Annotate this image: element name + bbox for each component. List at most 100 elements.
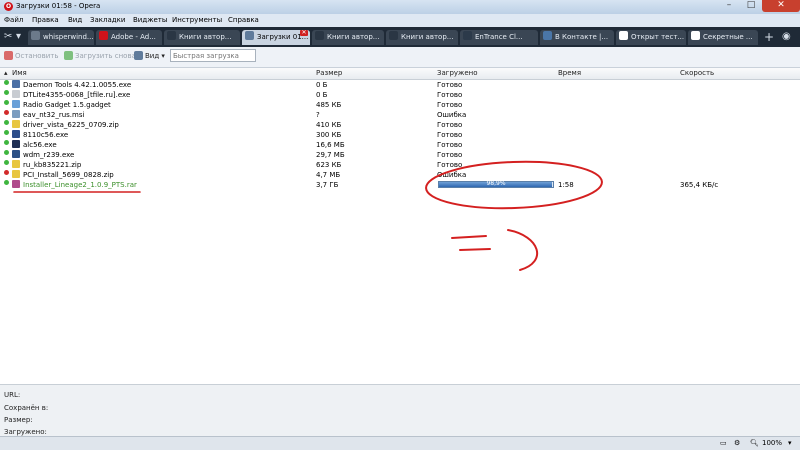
book-icon	[389, 31, 398, 40]
status-bar: ▭ ⚙ 🔍︎ 100% ▾	[0, 436, 800, 450]
table-row[interactable]: PCI_Install_5699_0828.zip 4,7 МБ Ошибка	[0, 170, 800, 180]
zip-file-icon	[12, 160, 20, 168]
tab-downloads[interactable]: Загрузки 01... ✕	[242, 30, 310, 45]
tab-books-2[interactable]: Книги автор...	[312, 30, 384, 45]
table-row-active-download[interactable]: Installer_Lineage2_1.0.9_PTS.rar 3,7 ГБ …	[0, 180, 800, 190]
status-ok-icon	[4, 130, 9, 135]
status-ok-icon	[4, 160, 9, 165]
whisper-icon	[31, 31, 40, 40]
status-ok-icon	[4, 90, 9, 95]
status-ok-icon	[4, 180, 9, 185]
equals-stroke-top	[451, 235, 487, 239]
tab-whisperwind[interactable]: whisperwind...	[28, 30, 94, 45]
exe-file-icon	[12, 90, 20, 98]
stop-button[interactable]: Остановить	[4, 51, 58, 60]
detail-size-label: Размер:	[4, 416, 33, 424]
menu-edit[interactable]: Правка	[32, 16, 59, 24]
tab-vkontakte[interactable]: В Контакте |...	[540, 30, 614, 45]
puzzle-icon	[619, 31, 628, 40]
exe-file-icon	[12, 140, 20, 148]
detail-loaded-label: Загружено:	[4, 428, 47, 436]
status-ok-icon	[4, 120, 9, 125]
menu-view[interactable]: Вид	[68, 16, 82, 24]
entrance-icon	[463, 31, 472, 40]
book-icon	[167, 31, 176, 40]
reload-button[interactable]: Загрузить снова	[64, 51, 136, 60]
menu-tools[interactable]: Инструменты	[172, 16, 222, 24]
tab-adobe[interactable]: Adobe - Ad...	[96, 30, 162, 45]
status-ok-icon	[4, 80, 9, 85]
close-tab-icon[interactable]: ✕	[300, 30, 308, 36]
close-window-button[interactable]: ✕	[762, 0, 800, 12]
minimize-button[interactable]: –	[718, 0, 740, 12]
detail-saved-label: Сохранён в:	[4, 404, 49, 412]
tab-entrance[interactable]: EnTrance Cl...	[460, 30, 538, 45]
table-row[interactable]: Daemon Tools 4.42.1.0055.exe 0 Б Готово	[0, 80, 800, 90]
column-speed[interactable]: Скорость	[680, 69, 714, 77]
equals-stroke-bottom	[459, 248, 491, 251]
status-error-icon	[4, 110, 9, 115]
gadget-file-icon	[12, 100, 20, 108]
book-icon	[315, 31, 324, 40]
table-row[interactable]: driver_vista_6225_0709.zip 410 КБ Готово	[0, 120, 800, 130]
chevron-down-icon[interactable]: ▾	[788, 439, 792, 447]
new-tab-icon[interactable]: +	[764, 31, 774, 43]
tab-menu-icon[interactable]: ◉	[782, 31, 791, 43]
tab-books-3[interactable]: Книги автор...	[386, 30, 458, 45]
settings-icon[interactable]: ⚙	[734, 439, 740, 447]
exe-file-icon	[12, 150, 20, 158]
vk-icon	[543, 31, 552, 40]
zip-file-icon	[12, 120, 20, 128]
menu-bookmarks[interactable]: Закладки	[90, 16, 125, 24]
puzzle-icon	[691, 31, 700, 40]
downloads-toolbar: Остановить Загрузить снова Вид ▾	[0, 47, 800, 68]
downloads-icon	[245, 31, 254, 40]
msi-file-icon	[12, 110, 20, 118]
chevron-down-icon[interactable]: ▾	[16, 31, 21, 43]
column-size[interactable]: Размер	[316, 69, 342, 77]
zoom-icon[interactable]: 🔍︎	[750, 439, 759, 447]
table-row[interactable]: DTLite4355-0068_[tfile.ru].exe 0 Б Готов…	[0, 90, 800, 100]
maximize-button[interactable]: □	[740, 0, 762, 12]
exe-file-icon	[12, 130, 20, 138]
zoom-level[interactable]: 100%	[762, 439, 782, 447]
title-bar: O Загрузки 01:58 - Opera – □ ✕	[0, 0, 800, 14]
opera-logo-icon: O	[4, 2, 13, 11]
quick-download-input[interactable]	[170, 49, 256, 62]
tab-bar: ✂ ▾ whisperwind... Adobe - Ad... Книги а…	[0, 27, 800, 47]
window-title: Загрузки 01:58 - Opera	[16, 2, 101, 10]
table-row[interactable]: eav_nt32_rus.msi ? Ошибка	[0, 110, 800, 120]
reload-icon	[64, 51, 73, 60]
column-loaded[interactable]: Загружено	[437, 69, 478, 77]
table-row[interactable]: ru_kb835221.zip 623 КБ Готово	[0, 160, 800, 170]
menu-widgets[interactable]: Виджеты	[133, 16, 167, 24]
detail-url-label: URL:	[4, 391, 21, 399]
tab-secret[interactable]: Секретные ...	[688, 30, 758, 45]
menu-file[interactable]: Файл	[4, 16, 23, 24]
rar-file-icon	[12, 180, 20, 188]
adobe-icon	[99, 31, 108, 40]
column-name[interactable]: Имя	[12, 69, 27, 77]
menu-bar: Файл Правка Вид Закладки Виджеты Инструм…	[0, 14, 800, 27]
table-row[interactable]: alc56.exe 16,6 МБ Готово	[0, 140, 800, 150]
table-row[interactable]: Radio Gadget 1.5.gadget 485 КБ Готово	[0, 100, 800, 110]
menu-help[interactable]: Справка	[228, 16, 259, 24]
details-pane: URL: Сохранён в: Размер: Загружено:	[0, 384, 800, 437]
status-ok-icon	[4, 140, 9, 145]
sort-up-icon[interactable]: ▴	[4, 69, 8, 77]
tab-books-1[interactable]: Книги автор...	[164, 30, 240, 45]
view-button[interactable]: Вид ▾	[134, 51, 165, 60]
table-row[interactable]: 8110c56.exe 300 КБ Готово	[0, 130, 800, 140]
list-header: ▴ Имя Размер Загружено Время Скорость	[0, 68, 800, 80]
status-error-icon	[4, 170, 9, 175]
exe-file-icon	[12, 80, 20, 88]
tab-open-test[interactable]: Открыт тест...	[616, 30, 686, 45]
view-icon	[134, 51, 143, 60]
column-time[interactable]: Время	[558, 69, 581, 77]
tools-icon[interactable]: ✂	[4, 31, 12, 43]
paren-smiley-stroke	[507, 229, 539, 271]
status-ok-icon	[4, 100, 9, 105]
table-row[interactable]: wdm_r239.exe 29,7 МБ Готово	[0, 150, 800, 160]
status-ok-icon	[4, 150, 9, 155]
speed-dial-icon[interactable]: ▭	[720, 439, 727, 447]
